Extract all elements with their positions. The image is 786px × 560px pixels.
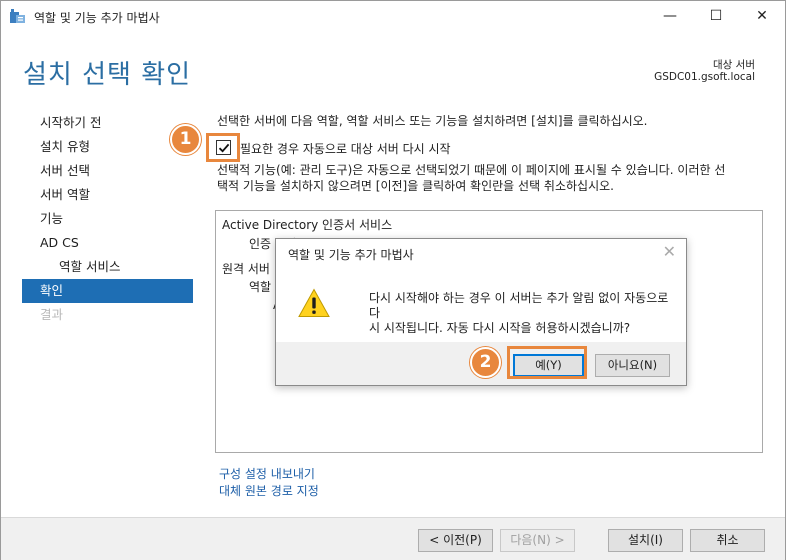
summary-item: 원격 서버	[222, 262, 270, 276]
step2-badge: 2	[470, 347, 501, 378]
window-title: 역할 및 기능 추가 마법사	[34, 11, 160, 25]
step1-badge: 1	[170, 124, 201, 155]
restart-checkbox-label: 필요한 경우 자동으로 대상 서버 다시 시작	[240, 142, 451, 156]
nav-item-server-selection[interactable]: 서버 선택	[22, 159, 193, 183]
description-line: 택적 기능을 설치하지 않으려면 [이전]을 클릭하여 확인란을 선택 취소하십…	[217, 179, 614, 193]
warning-icon	[298, 288, 330, 318]
close-button[interactable]: ✕	[739, 1, 785, 32]
minimize-button[interactable]: —	[647, 1, 693, 32]
install-button[interactable]: 설치(I)	[608, 529, 683, 552]
previous-button[interactable]: < 이전(P)	[418, 529, 493, 552]
destination-server-value: GSDC01.gsoft.local	[654, 71, 755, 83]
intro-text: 선택한 서버에 다음 역할, 역할 서비스 또는 기능을 설치하려면 [설치]를…	[217, 114, 648, 128]
dialog-message-line: 시 시작됩니다. 자동 다시 시작을 허용하시겠습니까?	[369, 321, 631, 335]
nav-item-before-you-begin[interactable]: 시작하기 전	[22, 111, 193, 135]
nav-item-ad-cs[interactable]: AD CS	[22, 231, 193, 255]
alternate-source-link[interactable]: 대체 원본 경로 지정	[219, 482, 319, 499]
destination-server-label: 대상 서버	[713, 59, 755, 71]
wizard-window: 역할 및 기능 추가 마법사 — ☐ ✕ 설치 선택 확인 대상 서버 GSDC…	[0, 0, 786, 560]
nav-item-server-roles[interactable]: 서버 역할	[22, 183, 193, 207]
dialog-message-line: 다시 시작해야 하는 경우 이 서버는 추가 알림 없이 자동으로 다	[369, 291, 669, 320]
nav-item-role-services[interactable]: 역할 서비스	[22, 255, 193, 279]
server-manager-icon	[10, 9, 25, 23]
step2-highlight	[507, 346, 587, 379]
step1-highlight	[206, 133, 240, 162]
summary-item: Active Directory 인증서 서비스	[222, 218, 393, 232]
nav-item-confirmation[interactable]: 확인	[22, 279, 193, 303]
nav-item-results: 결과	[40, 307, 64, 322]
dialog-message: 다시 시작해야 하는 경우 이 서버는 추가 알림 없이 자동으로 다 시 시작…	[369, 291, 669, 336]
page-title: 설치 선택 확인	[23, 60, 192, 90]
optional-features-description: 선택적 기능(예: 관리 도구)은 자동으로 선택되었기 때문에 이 페이지에 …	[217, 162, 767, 194]
dialog-title: 역할 및 기능 추가 마법사	[288, 248, 414, 262]
maximize-button[interactable]: ☐	[693, 1, 739, 32]
summary-item: 역할	[249, 280, 272, 294]
next-button: 다음(N) >	[500, 529, 575, 552]
cancel-button[interactable]: 취소	[690, 529, 765, 552]
nav-item-installation-type[interactable]: 설치 유형	[22, 135, 193, 159]
export-settings-link[interactable]: 구성 설정 내보내기	[219, 465, 315, 482]
wizard-footer: < 이전(P) 다음(N) > 설치(I) 취소	[1, 517, 785, 560]
description-line: 선택적 기능(예: 관리 도구)은 자동으로 선택되었기 때문에 이 페이지에 …	[217, 163, 726, 177]
dialog-close-icon[interactable]: ✕	[663, 242, 676, 261]
nav-item-features[interactable]: 기능	[22, 207, 193, 231]
wizard-nav: 시작하기 전 설치 유형 서버 선택 서버 역할 기능 AD CS 역할 서비스…	[22, 111, 193, 327]
title-bar: 역할 및 기능 추가 마법사 — ☐ ✕	[1, 1, 785, 32]
no-button[interactable]: 아니요(N)	[595, 354, 670, 377]
